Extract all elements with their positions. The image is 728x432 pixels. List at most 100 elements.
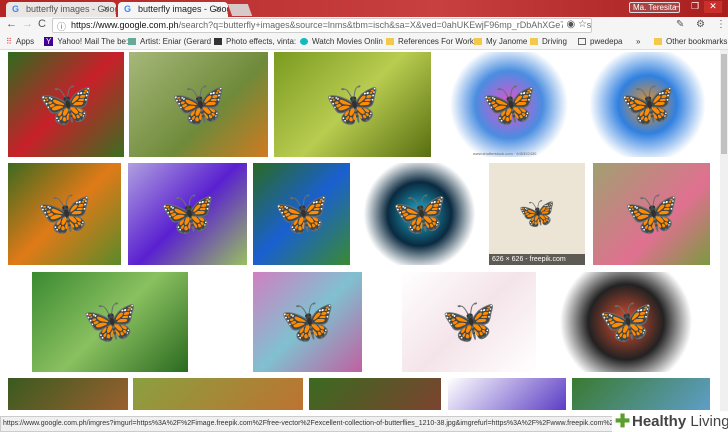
image-caption: www.shutterstock.com · 645392430 — [473, 151, 537, 156]
image-result[interactable]: 🦋 www.shutterstock.com · 645392430 — [443, 52, 575, 157]
butterfly-image: 🦋 — [38, 79, 94, 129]
butterfly-image: 🦋 — [160, 189, 215, 238]
folder-icon — [530, 38, 538, 45]
bookmark-pwedepa[interactable]: pwedepa — [578, 37, 622, 46]
apps-icon: ⠿ — [6, 37, 12, 46]
plus-logo-icon: ✚ — [615, 411, 631, 431]
image-result[interactable]: 🦋 — [546, 272, 706, 372]
watermark-bold: Healthy — [632, 413, 687, 430]
image-results: 🦋 🦋 🦋 🦋 www.shutterstock.com · 645392430 … — [0, 50, 720, 410]
image-result[interactable]: 🦋 — [253, 272, 362, 372]
image-result[interactable]: 🦋 — [402, 272, 536, 372]
butterfly-image: 🦋 — [624, 189, 679, 238]
image-result[interactable]: 🦋 — [8, 163, 121, 265]
bookmark-label: Watch Movies Onlin — [312, 37, 383, 46]
tab-1[interactable]: Gbutterfly images - Goog ✕ — [6, 2, 116, 17]
more-bookmarks-button[interactable]: » — [636, 37, 640, 46]
close-window-button[interactable]: ✕ — [704, 1, 722, 13]
site-icon — [214, 38, 222, 45]
image-result[interactable]: 🦋 — [593, 163, 710, 265]
bookmark-star-icon[interactable]: ◉ ☆ — [562, 19, 587, 30]
close-tab-icon[interactable]: ✕ — [102, 4, 110, 15]
image-result[interactable]: 🦋 — [129, 52, 268, 157]
butterfly-image: 🦋 — [82, 297, 138, 346]
close-tab-icon[interactable]: ✕ — [214, 4, 222, 15]
google-icon: G — [12, 4, 20, 14]
image-dimensions-overlay: 626 × 626 - freepik.com — [489, 254, 585, 265]
page-icon — [578, 38, 586, 45]
image-result[interactable]: 🦋 — [274, 52, 431, 157]
watermark-light: Living — [686, 413, 728, 430]
bookmark-label: Yahoo! Mail The be: — [57, 37, 129, 46]
reload-button[interactable]: C — [38, 18, 46, 30]
bookmark-photo-effects[interactable]: Photo effects, vinta: — [214, 37, 296, 46]
extension-icon[interactable]: ✎ — [676, 19, 684, 30]
butterfly-image: 🦋 — [37, 189, 92, 238]
forward-button[interactable]: → — [22, 18, 33, 30]
scrollbar[interactable] — [720, 50, 728, 412]
image-result[interactable]: 🦋 — [358, 163, 481, 265]
butterfly-image: 🦋 — [598, 297, 654, 346]
butterfly-image: 🦋 — [280, 297, 335, 346]
image-result[interactable]: 🦋 — [8, 52, 124, 157]
bookmark-label: Driving — [542, 37, 567, 46]
info-icon[interactable]: ⓘ — [57, 20, 66, 32]
bookmark-label: pwedepa — [590, 37, 623, 46]
butterfly-image: 🦋 — [392, 189, 447, 238]
butterfly-image: 🦋 — [325, 79, 380, 129]
image-result[interactable]: 🦋 626 × 626 - freepik.com — [489, 163, 585, 265]
bookmark-folder-janome[interactable]: My Janome — [474, 37, 527, 46]
image-result[interactable]: 🦋 — [32, 272, 188, 372]
url-host: https://www.google.com.ph — [71, 20, 179, 30]
folder-icon — [654, 38, 662, 45]
bookmark-artist[interactable]: Artist: Eniar (Gerard — [128, 37, 211, 46]
bookmark-label: References For Work — [398, 37, 474, 46]
bookmark-label: My Janome — [486, 37, 528, 46]
bookmark-label: Photo effects, vinta: — [226, 37, 297, 46]
site-icon — [128, 38, 136, 45]
butterfly-image: 🦋 — [518, 197, 556, 230]
title-bar: Gbutterfly images - Goog ✕ Gbutterfly ima… — [0, 0, 728, 17]
other-bookmarks[interactable]: Other bookmarks — [654, 37, 727, 46]
maximize-button[interactable]: ❐ — [686, 1, 704, 13]
butterfly-image: 🦋 — [274, 189, 329, 238]
bookmark-folder-references[interactable]: References For Work — [386, 37, 474, 46]
bookmark-watch-movies[interactable]: Watch Movies Onlin — [300, 37, 383, 46]
bookmarks-bar: ⠿ Apps Y Yahoo! Mail The be: Artist: Eniar… — [0, 34, 728, 50]
bookmark-apps[interactable]: ⠿ Apps — [6, 37, 34, 46]
address-bar[interactable]: ⓘ https://www.google.com.ph/search?q=but… — [52, 18, 592, 33]
new-tab-button[interactable] — [227, 4, 253, 16]
image-result[interactable]: 🦋 — [128, 163, 247, 265]
healthy-living-watermark: ✚ Healthy Living — [612, 411, 728, 432]
google-icon: G — [124, 4, 132, 14]
bookmark-yahoo[interactable]: Y Yahoo! Mail The be: — [44, 37, 128, 46]
butterfly-image: 🦋 — [620, 79, 675, 129]
image-result[interactable] — [133, 378, 303, 410]
image-result[interactable] — [8, 378, 128, 410]
status-bar-url: https://www.google.com.ph/imgres?imgurl=… — [0, 416, 620, 432]
url-path: /search?q=butterfly+images&source=lnms&t… — [178, 20, 592, 30]
image-result[interactable] — [448, 378, 566, 410]
image-result[interactable]: 🦋 — [253, 163, 350, 265]
image-result[interactable]: 🦋 — [583, 52, 712, 157]
bookmark-label: Artist: Eniar (Gerard — [140, 37, 212, 46]
folder-icon — [386, 38, 394, 45]
butterfly-image: 🦋 — [481, 79, 537, 129]
bookmark-label: Other bookmarks — [666, 37, 728, 46]
butterfly-image: 🦋 — [171, 79, 226, 129]
folder-icon — [474, 38, 482, 45]
bookmark-label: Apps — [15, 37, 35, 46]
tab-2[interactable]: Gbutterfly images - Googl ✕ — [118, 2, 228, 17]
image-result[interactable] — [572, 378, 710, 410]
menu-icon[interactable]: ⋮ — [716, 19, 726, 30]
bookmark-folder-driving[interactable]: Driving — [530, 37, 567, 46]
image-result[interactable] — [309, 378, 441, 410]
toolbar: ← → C ⓘ https://www.google.com.ph/search… — [0, 17, 728, 34]
back-button[interactable]: ← — [6, 18, 17, 30]
butterfly-image: 🦋 — [441, 297, 497, 346]
yahoo-icon: Y — [44, 37, 54, 46]
scrollbar-thumb[interactable] — [721, 54, 727, 154]
extension-icon[interactable]: ⚙ — [696, 19, 705, 30]
site-icon — [300, 38, 308, 45]
minimize-button[interactable]: – — [668, 1, 686, 13]
